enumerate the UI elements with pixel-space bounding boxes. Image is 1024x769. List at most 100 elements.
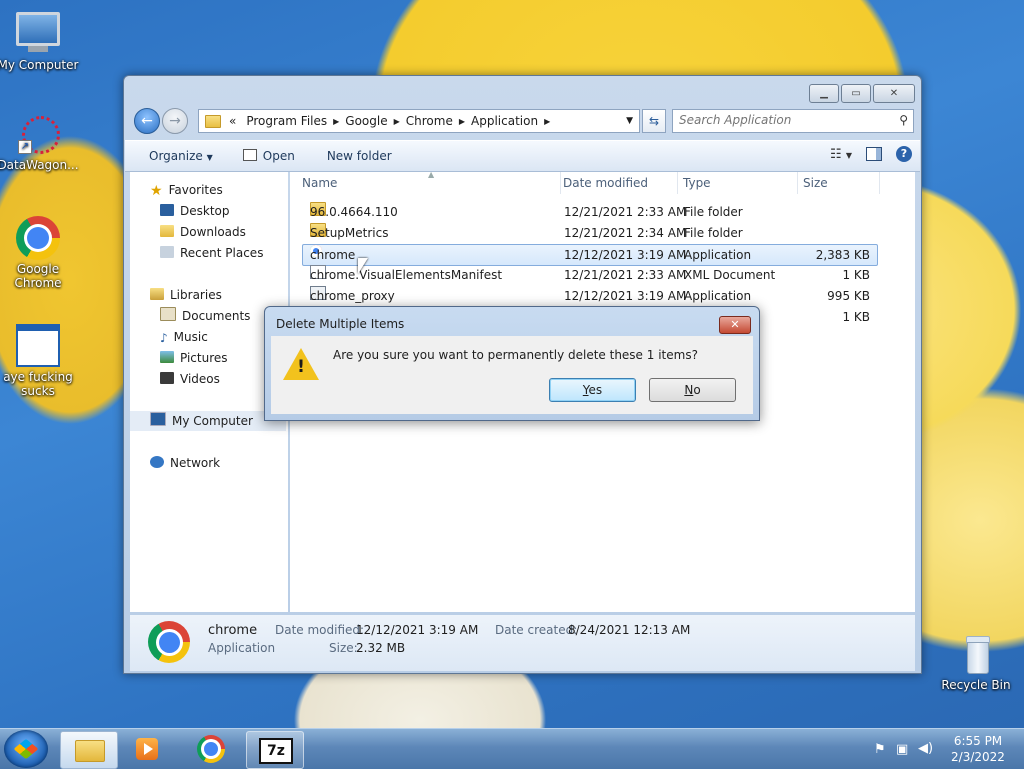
no-button[interactable]: No bbox=[649, 378, 736, 402]
chrome-icon bbox=[16, 216, 60, 260]
nav-recent-places[interactable]: Recent Places bbox=[160, 243, 263, 263]
desktop-icon bbox=[160, 204, 174, 216]
taskbar-media-player-button[interactable] bbox=[120, 731, 176, 767]
file-type: Application bbox=[684, 289, 752, 303]
organize-button[interactable]: Organize ▼ bbox=[125, 149, 225, 163]
file-row[interactable]: 96.0.4664.110 12/21/2021 2:33 AM File fo… bbox=[302, 202, 876, 222]
desktop-icon-datawagon[interactable]: ↗ DataWagon... bbox=[0, 112, 80, 172]
file-date: 12/21/2021 2:33 AM bbox=[564, 268, 687, 282]
breadcrumb-google[interactable]: Google bbox=[339, 114, 393, 128]
yes-button[interactable]: Yes bbox=[549, 378, 636, 402]
desktop-icon-label: DataWagon... bbox=[0, 158, 79, 172]
file-type: Application bbox=[684, 248, 752, 262]
file-row[interactable]: SetupMetrics 12/21/2021 2:34 AM File fol… bbox=[302, 223, 876, 243]
breadcrumb-overflow[interactable]: « bbox=[227, 114, 240, 128]
file-date: 12/21/2021 2:33 AM bbox=[564, 205, 687, 219]
close-icon: ✕ bbox=[730, 318, 740, 331]
pictures-icon bbox=[160, 351, 174, 363]
breadcrumb-program-files[interactable]: Program Files bbox=[240, 114, 333, 128]
search-icon: ⚲ bbox=[899, 113, 908, 127]
file-row-selected[interactable]: chrome 12/12/2021 3:19 AM Application 2,… bbox=[302, 244, 878, 266]
search-box[interactable]: ⚲ bbox=[672, 109, 914, 133]
breadcrumb-chevron-icon[interactable]: ▶ bbox=[544, 117, 550, 126]
desktop-icon-label: Google Chrome bbox=[14, 262, 62, 290]
address-row: ← → « Program Files ▶ Google ▶ Chrome ▶ App… bbox=[132, 107, 915, 135]
desktop-icon-my-computer[interactable]: My Computer bbox=[0, 8, 80, 72]
file-row[interactable]: chrome.VisualElementsManifest 12/21/2021… bbox=[302, 265, 876, 285]
nav-libraries[interactable]: Libraries bbox=[150, 285, 222, 305]
music-icon: ♪ bbox=[160, 331, 168, 345]
details-created-label: Date created: bbox=[495, 623, 578, 637]
volume-icon[interactable]: ◀) bbox=[918, 741, 933, 756]
details-pane: chrome Application Date modified: 12/12/… bbox=[130, 615, 915, 671]
videos-icon bbox=[160, 372, 174, 384]
desktop-icon-google-chrome[interactable]: Google Chrome bbox=[0, 216, 80, 290]
maximize-button[interactable]: ▭ bbox=[841, 84, 871, 103]
help-icon[interactable]: ? bbox=[896, 146, 912, 162]
new-folder-button[interactable]: New folder bbox=[307, 149, 404, 163]
file-type: XML Document bbox=[684, 268, 776, 282]
start-button[interactable] bbox=[4, 730, 48, 768]
taskbar-7zip-button[interactable]: 7z bbox=[246, 731, 304, 769]
action-center-flag-icon[interactable]: ⚑ bbox=[874, 742, 886, 757]
nav-pictures[interactable]: Pictures bbox=[160, 348, 228, 368]
file-size: 995 KB bbox=[827, 289, 870, 303]
close-button[interactable]: ✕ bbox=[873, 84, 915, 103]
file-row[interactable]: chrome_proxy 12/12/2021 3:19 AM Applicat… bbox=[302, 286, 876, 306]
desktop-icon-recycle-bin[interactable]: Recycle Bin bbox=[934, 632, 1018, 692]
file-name: chrome bbox=[310, 248, 356, 262]
refresh-button[interactable]: ⇆ bbox=[642, 109, 666, 133]
column-header-size[interactable]: Size bbox=[803, 172, 880, 194]
nav-music[interactable]: ♪ Music bbox=[160, 327, 208, 347]
nav-videos[interactable]: Videos bbox=[160, 369, 220, 389]
command-bar: Organize ▼ Open New folder ☷ ▼ ? bbox=[125, 140, 920, 172]
column-header-type[interactable]: Type bbox=[683, 172, 798, 194]
details-size-label: Size: bbox=[329, 641, 358, 655]
network-tray-icon[interactable]: ▣ bbox=[896, 742, 908, 757]
delete-confirm-dialog: Delete Multiple Items ✕ ! Are you sure y… bbox=[264, 306, 760, 421]
chevron-down-icon: ▼ bbox=[845, 150, 852, 160]
libraries-icon bbox=[150, 288, 164, 300]
system-tray: ⚑ ▣ ◀) 6:55 PM 2/3/2022 bbox=[858, 729, 1018, 769]
chevron-down-icon: ▼ bbox=[206, 153, 213, 162]
forward-button[interactable]: → bbox=[162, 108, 188, 134]
nav-my-computer[interactable]: My Computer bbox=[130, 411, 286, 431]
file-size: 2,383 KB bbox=[815, 248, 870, 262]
column-header-date[interactable]: Date modified bbox=[563, 172, 678, 194]
change-view-button[interactable]: ☷ ▼ bbox=[830, 147, 852, 162]
taskbar-explorer-button[interactable] bbox=[60, 731, 118, 769]
preview-pane-button[interactable] bbox=[866, 147, 882, 161]
breadcrumb-application[interactable]: Application bbox=[465, 114, 544, 128]
nav-favorites[interactable]: ★ Favorites bbox=[150, 180, 223, 200]
refresh-icon: ⇆ bbox=[648, 114, 660, 128]
details-modified: 12/12/2021 3:19 AM bbox=[356, 623, 479, 637]
taskbar-chrome-button[interactable] bbox=[184, 731, 240, 767]
clock[interactable]: 6:55 PM 2/3/2022 bbox=[938, 733, 1018, 765]
nav-desktop[interactable]: Desktop bbox=[160, 201, 230, 221]
nav-network[interactable]: Network bbox=[150, 453, 220, 473]
minimize-button[interactable]: ▁ bbox=[809, 84, 839, 103]
nav-downloads[interactable]: Downloads bbox=[160, 222, 246, 242]
details-created: 8/24/2021 12:13 AM bbox=[568, 623, 691, 637]
back-button[interactable]: ← bbox=[134, 108, 160, 134]
desktop-icon-label: My Computer bbox=[0, 58, 79, 72]
open-button[interactable]: Open bbox=[225, 149, 307, 163]
computer-icon bbox=[16, 12, 60, 56]
column-header-name[interactable]: Name ▲ bbox=[302, 170, 561, 194]
recycle-bin-icon bbox=[954, 632, 998, 676]
address-dropdown-icon[interactable]: ▼ bbox=[626, 116, 633, 126]
file-name: chrome_proxy bbox=[310, 289, 395, 303]
address-bar[interactable]: « Program Files ▶ Google ▶ Chrome ▶ Applica… bbox=[198, 109, 640, 133]
desktop-icon-aye[interactable]: aye fucking sucks bbox=[0, 318, 80, 398]
nav-documents[interactable]: Documents bbox=[160, 306, 250, 326]
file-date: 12/21/2021 2:34 AM bbox=[564, 226, 687, 240]
desktop-icon-label: Recycle Bin bbox=[941, 678, 1011, 692]
file-name: SetupMetrics bbox=[310, 226, 389, 240]
dialog-close-button[interactable]: ✕ bbox=[719, 316, 751, 334]
breadcrumb-chrome[interactable]: Chrome bbox=[400, 114, 459, 128]
search-input[interactable] bbox=[673, 110, 895, 130]
details-size: 2.32 MB bbox=[356, 641, 406, 655]
file-name: 96.0.4664.110 bbox=[310, 205, 398, 219]
dialog-title: Delete Multiple Items bbox=[276, 317, 405, 331]
window-caption-buttons: ▁ ▭ ✕ bbox=[807, 84, 915, 103]
